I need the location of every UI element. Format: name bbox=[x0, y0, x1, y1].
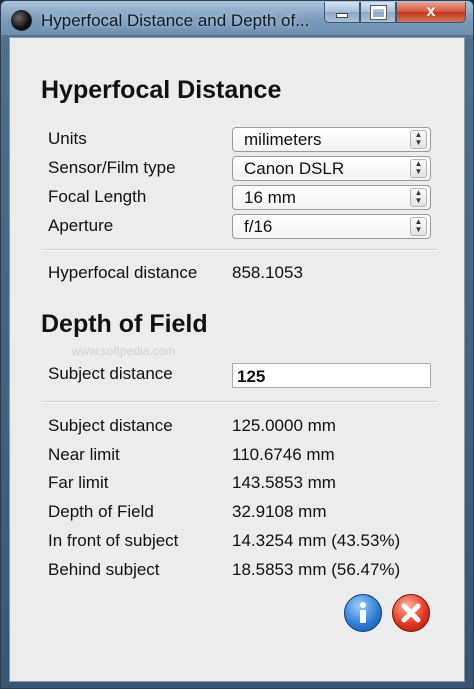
client-area: Hyperfocal Distance Units milimeters ▲ ▼ … bbox=[9, 37, 465, 682]
title-bar[interactable]: Hyperfocal Distance and Depth of... x bbox=[1, 1, 473, 35]
maximize-button[interactable] bbox=[360, 2, 396, 23]
result-label: Far limit bbox=[48, 473, 109, 492]
app-icon bbox=[11, 10, 32, 31]
focal-length-select[interactable]: 16 mm ▲ ▼ bbox=[232, 185, 431, 210]
result-label: Subject distance bbox=[48, 416, 173, 435]
window-title: Hyperfocal Distance and Depth of... bbox=[41, 11, 310, 30]
aperture-value: f/16 bbox=[244, 217, 273, 236]
result-value: 32.9108 mm bbox=[232, 502, 327, 521]
close-button[interactable] bbox=[392, 594, 430, 632]
info-icon bbox=[360, 602, 366, 623]
hyperfocal-heading: Hyperfocal Distance bbox=[41, 76, 282, 104]
result-value: 143.5853 mm bbox=[232, 473, 336, 492]
divider bbox=[42, 401, 437, 403]
watermark: www.softpedia.com bbox=[72, 344, 176, 358]
sensor-label: Sensor/Film type bbox=[48, 158, 176, 177]
result-value: 110.6746 mm bbox=[232, 445, 335, 464]
sensor-value: Canon DSLR bbox=[244, 159, 345, 178]
spinner-icon[interactable]: ▲ ▼ bbox=[410, 217, 427, 236]
result-label: Behind subject bbox=[48, 560, 160, 579]
aperture-label: Aperture bbox=[48, 216, 114, 235]
close-icon bbox=[401, 603, 421, 623]
subject-distance-input-label: Subject distance bbox=[48, 364, 173, 383]
focal-length-label: Focal Length bbox=[48, 187, 147, 206]
result-label: In front of subject bbox=[48, 531, 179, 550]
app-window: Hyperfocal Distance and Depth of... x Hy… bbox=[0, 0, 474, 689]
spinner-icon[interactable]: ▲ ▼ bbox=[410, 188, 427, 207]
subject-distance-input[interactable] bbox=[232, 363, 431, 388]
spinner-icon[interactable]: ▲ ▼ bbox=[410, 159, 427, 178]
result-value: 14.3254 mm (43.53%) bbox=[232, 531, 401, 550]
spinner-icon[interactable]: ▲ ▼ bbox=[410, 130, 427, 149]
aperture-select[interactable]: f/16 ▲ ▼ bbox=[232, 214, 431, 239]
result-label: Depth of Field bbox=[48, 502, 154, 521]
focal-length-value: 16 mm bbox=[244, 188, 296, 207]
minimize-icon bbox=[336, 13, 348, 18]
maximize-icon bbox=[369, 5, 387, 20]
dof-heading: Depth of Field bbox=[41, 310, 208, 338]
result-value: 125.0000 mm bbox=[232, 416, 336, 435]
sensor-select[interactable]: Canon DSLR ▲ ▼ bbox=[232, 156, 431, 181]
result-label: Near limit bbox=[48, 445, 120, 464]
window-close-button[interactable]: x bbox=[396, 2, 466, 23]
hyperfocal-result-value: 858.1053 bbox=[232, 263, 303, 282]
units-label: Units bbox=[48, 129, 87, 148]
hyperfocal-result-label: Hyperfocal distance bbox=[48, 263, 198, 282]
divider bbox=[42, 249, 437, 251]
units-select[interactable]: milimeters ▲ ▼ bbox=[232, 127, 431, 152]
info-button[interactable] bbox=[344, 594, 382, 632]
result-value: 18.5853 mm (56.47%) bbox=[232, 560, 401, 579]
minimize-button[interactable] bbox=[324, 2, 360, 23]
units-value: milimeters bbox=[244, 130, 322, 149]
